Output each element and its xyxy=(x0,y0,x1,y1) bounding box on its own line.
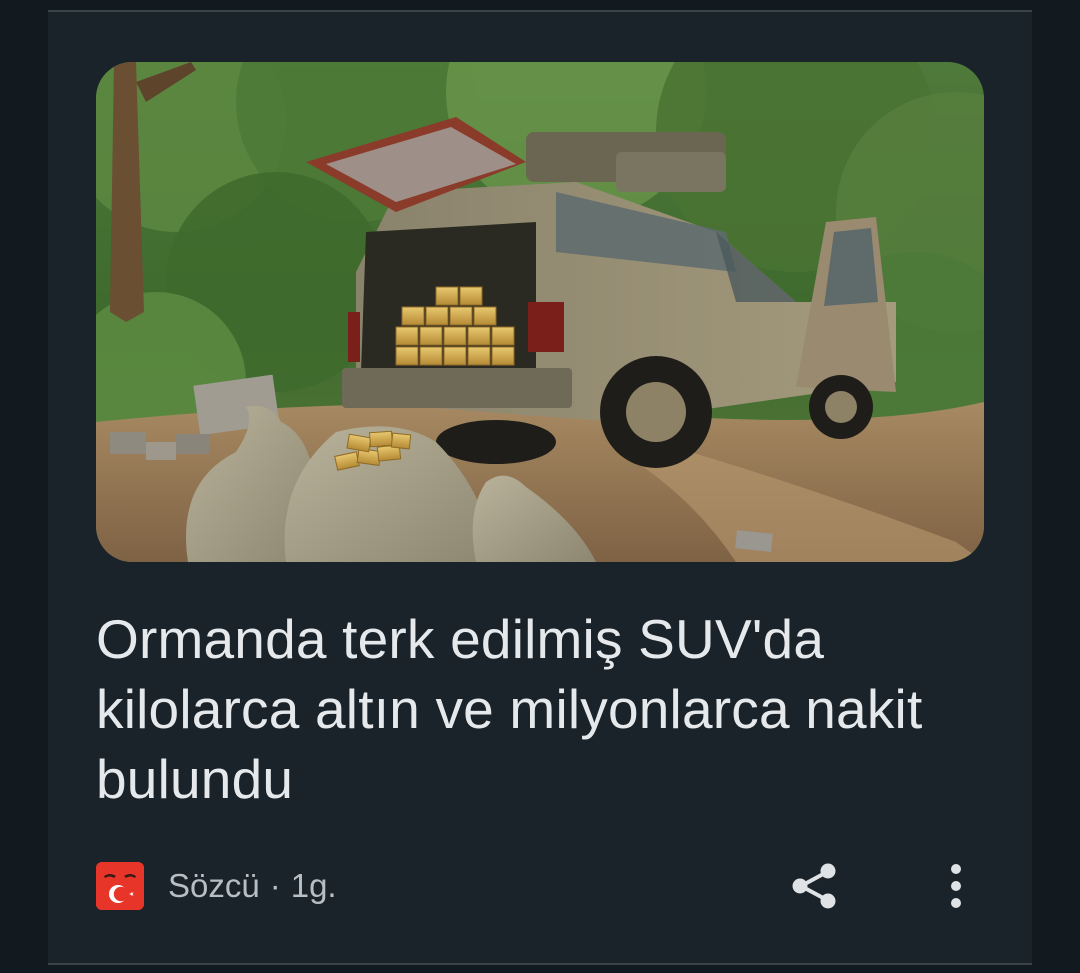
source-name[interactable]: Sözcü xyxy=(168,867,260,905)
more-vert-icon xyxy=(951,864,961,908)
article-age: 1g. xyxy=(290,867,337,904)
source-logo xyxy=(96,862,144,910)
article-meta: Sözcü · 1g. xyxy=(96,862,337,910)
news-card[interactable]: Ormanda terk edilmiş SUV'da kilolarca al… xyxy=(48,10,1032,965)
share-icon xyxy=(792,863,836,909)
share-button[interactable] xyxy=(786,858,842,914)
article-image[interactable] xyxy=(96,62,984,562)
article-headline[interactable]: Ormanda terk edilmiş SUV'da kilolarca al… xyxy=(96,604,976,814)
more-options-button[interactable] xyxy=(930,858,982,914)
meta-separator: · xyxy=(269,867,281,904)
news-feed: Ormanda terk edilmiş SUV'da kilolarca al… xyxy=(0,0,1080,973)
